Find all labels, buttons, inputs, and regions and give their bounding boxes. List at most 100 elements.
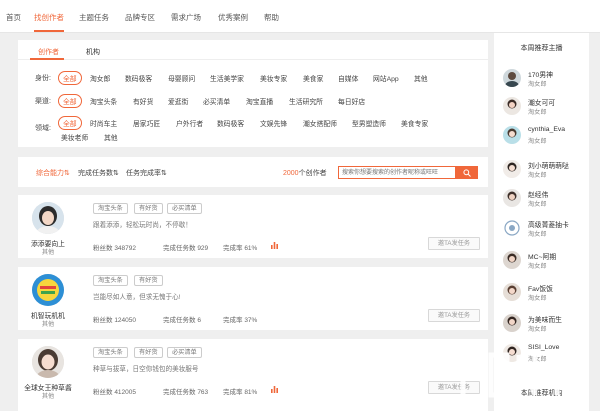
- identity-option[interactable]: 其他: [414, 73, 428, 83]
- search-icon: [463, 169, 471, 177]
- identity-option[interactable]: 生活美学家: [210, 73, 244, 83]
- identity-option[interactable]: 母婴顾问: [168, 73, 195, 83]
- sidebar-item-field: 淘女郎: [528, 109, 547, 116]
- avatar: [503, 97, 521, 115]
- creator-search-input[interactable]: [338, 166, 456, 179]
- domain-option-all[interactable]: 全部: [58, 116, 82, 130]
- tab-active-underline: [30, 58, 64, 60]
- fans-value: 412005: [114, 389, 137, 396]
- avatar[interactable]: [32, 346, 64, 378]
- domain-option[interactable]: 文娱先锋: [260, 118, 287, 128]
- domain-option[interactable]: 其他: [104, 132, 118, 142]
- stats-chart-icon[interactable]: [271, 385, 278, 393]
- filter-panel: 创作者 机构 身份: 全部 淘女郎 数码极客 母婴顾问 生活美学家 美妆专家 美…: [18, 40, 488, 147]
- tasks-stat: 完成任务数 929: [163, 242, 208, 252]
- nav-help[interactable]: 帮助: [264, 12, 279, 23]
- sort-completion-rate[interactable]: 任务完成率⇅: [126, 168, 167, 178]
- channel-tag: 淘宝头条: [93, 203, 128, 214]
- channel-tag: 有好货: [134, 347, 163, 358]
- channel-option[interactable]: 淘宝头条: [90, 96, 117, 106]
- sidebar-item-field: 淘女郎: [528, 231, 547, 238]
- sidebar-item[interactable]: 潮女可可 淘女郎: [503, 95, 585, 119]
- channel-option-all[interactable]: 全部: [58, 94, 82, 108]
- search-button[interactable]: [456, 166, 478, 179]
- channel-option[interactable]: 淘宝直播: [246, 96, 273, 106]
- channel-option[interactable]: 生活研究所: [289, 96, 323, 106]
- creator-card[interactable]: 添添要向上 其他 淘宝头条 有好货 必买清单 跟着添添，轻松玩时尚，不停歇！ 粉…: [18, 195, 488, 258]
- identity-option[interactable]: 自媒体: [338, 73, 358, 83]
- domain-option[interactable]: 数码极客: [217, 118, 244, 128]
- avatar[interactable]: [32, 274, 64, 306]
- sidebar-item[interactable]: 刘小萌萌萌哒 淘女郎: [503, 158, 585, 182]
- sidebar-item[interactable]: Fav饭饭 淘女郎: [503, 281, 585, 305]
- stats-chart-icon[interactable]: [271, 241, 278, 249]
- rate-stat: 完成率 81%: [223, 386, 257, 396]
- filter-tabs: 创作者 机构: [18, 40, 488, 60]
- sidebar-item[interactable]: 为美味而生 淘女郎: [503, 312, 585, 336]
- domain-option[interactable]: 美食专家: [401, 118, 428, 128]
- avatar[interactable]: [32, 202, 64, 234]
- avatar-image: [32, 202, 64, 234]
- sort-ability[interactable]: 综合能力⇅: [36, 168, 70, 178]
- channel-option[interactable]: 爱逛街: [168, 96, 188, 106]
- nav-excellent-cases[interactable]: 优秀案例: [218, 12, 248, 23]
- channel-tag: 淘宝头条: [93, 275, 128, 286]
- creator-field: 其他: [41, 393, 55, 400]
- invite-task-button[interactable]: 邀TA发任务: [428, 309, 480, 322]
- channel-tag: 有好货: [134, 203, 163, 214]
- fans-value: 124050: [114, 317, 137, 324]
- domain-option[interactable]: 时尚车主: [90, 118, 117, 128]
- channel-option[interactable]: 每日好店: [338, 96, 365, 106]
- nav-brand-zone[interactable]: 品牌专区: [125, 12, 155, 23]
- sidebar-item-name: 高级菁菱抽卡: [528, 222, 569, 229]
- tab-agencies[interactable]: 机构: [86, 47, 100, 57]
- channel-tag: 必买清单: [167, 203, 202, 214]
- fans-stat: 粉丝数 412005: [93, 386, 136, 396]
- identity-option[interactable]: 网站App: [373, 73, 399, 83]
- sidebar-item[interactable]: MC~阿期 淘女郎: [503, 249, 585, 273]
- tasks-value: 6: [197, 317, 201, 324]
- creator-field: 其他: [41, 321, 55, 328]
- fans-label: 粉丝数: [93, 317, 113, 324]
- sidebar-item[interactable]: cynthia_Eva 淘女郎: [503, 124, 585, 148]
- nav-home[interactable]: 首页: [6, 12, 21, 23]
- tasks-label: 完成任务数: [163, 317, 196, 324]
- sidebar-item[interactable]: 高级菁菱抽卡 淘女郎: [503, 217, 585, 241]
- nav-demand-square[interactable]: 需求广场: [171, 12, 201, 23]
- domain-option[interactable]: 居家巧匠: [133, 118, 160, 128]
- sidebar-item[interactable]: 170男神 淘女郎: [503, 67, 585, 91]
- sidebar-item-field: 淘女郎: [528, 172, 547, 179]
- identity-option-all[interactable]: 全部: [58, 71, 82, 85]
- invite-task-button[interactable]: 邀TA发任务: [428, 237, 480, 250]
- channel-option[interactable]: 有好货: [133, 96, 153, 106]
- nav-find-creators[interactable]: 找创作者: [34, 12, 64, 23]
- identity-option[interactable]: 数码极客: [125, 73, 152, 83]
- tasks-value: 929: [197, 245, 209, 252]
- sort-tasks-completed[interactable]: 完成任务数⇅: [78, 168, 119, 178]
- rate-stat: 完成率 61%: [223, 242, 257, 252]
- tab-creators[interactable]: 创作者: [38, 47, 59, 57]
- sidebar-item[interactable]: 赵经伟 淘女郎: [503, 187, 585, 211]
- channel-tag: 有好货: [134, 275, 163, 286]
- identity-option[interactable]: 淘女郎: [90, 73, 110, 83]
- rate-value: 37%: [244, 317, 258, 324]
- domain-option[interactable]: 户外行者: [176, 118, 203, 128]
- creator-description: 跟着添添，轻松玩时尚，不停歇！: [93, 222, 192, 229]
- rate-value: 81%: [244, 389, 258, 396]
- identity-label: 身份:: [35, 75, 51, 82]
- domain-option[interactable]: 潮女搭配师: [303, 118, 337, 128]
- creator-card[interactable]: 机智玩机机 其他 淘宝头条 有好货 岂能尽如人意，但求无愧于心! 粉丝数 124…: [18, 267, 488, 330]
- identity-option[interactable]: 美妆专家: [260, 73, 287, 83]
- watermark-logo: [460, 352, 589, 398]
- channel-option[interactable]: 必买清单: [203, 96, 230, 106]
- domain-option[interactable]: 型男塑造师: [352, 118, 386, 128]
- avatar: [503, 126, 521, 144]
- identity-option[interactable]: 美食家: [303, 73, 323, 83]
- nav-active-underline: [34, 30, 64, 32]
- avatar: [503, 283, 521, 301]
- creator-card[interactable]: 全球女王种草酱 其他 淘宝头条 有好货 必买清单 种草与拔草，日空你钱包的美妆服…: [18, 339, 488, 411]
- domain-option[interactable]: 美妆老师: [61, 132, 88, 142]
- avatar: [503, 189, 521, 207]
- rate-stat: 完成率 37%: [223, 314, 257, 324]
- nav-theme-tasks[interactable]: 主题任务: [79, 12, 109, 23]
